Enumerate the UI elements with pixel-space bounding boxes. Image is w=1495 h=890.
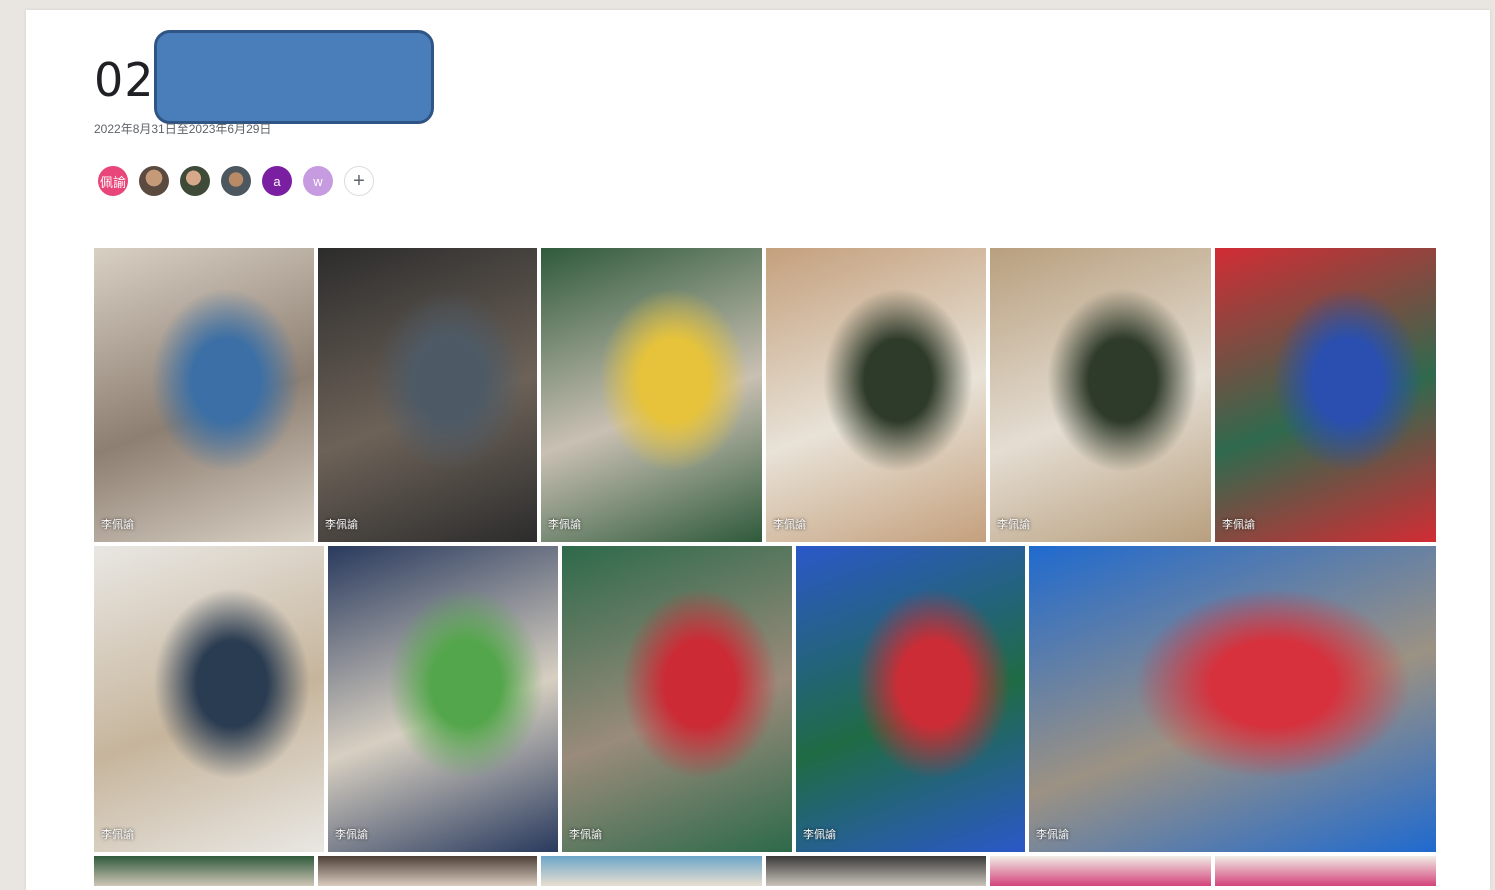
member-avatar[interactable] xyxy=(139,166,169,196)
photo-owner: 李佩諭 xyxy=(548,519,581,531)
photo-tile[interactable]: 李佩諭 xyxy=(1215,248,1436,542)
plus-icon: + xyxy=(353,169,365,192)
photo-owner: 李佩諭 xyxy=(101,829,134,841)
album-date-range: 2022年8月31日至2023年6月29日 xyxy=(94,122,272,136)
photo-owner: 李佩諭 xyxy=(335,829,368,841)
photo-owner: 李佩諭 xyxy=(1036,829,1069,841)
photo-tile[interactable] xyxy=(541,856,762,886)
album-title[interactable]: 02 xyxy=(94,52,155,108)
photo-tile[interactable]: 李佩諭 xyxy=(990,248,1211,542)
photo-owner: 李佩諭 xyxy=(1222,519,1255,531)
member-initials: a xyxy=(273,173,281,189)
photo-tile[interactable]: 李佩諭 xyxy=(94,248,314,542)
photo-owner: 李佩諭 xyxy=(997,519,1030,531)
photo-tile[interactable] xyxy=(1215,856,1436,886)
photo-tile[interactable] xyxy=(766,856,986,886)
member-avatar[interactable]: a xyxy=(262,166,292,196)
photo-owner: 李佩諭 xyxy=(569,829,602,841)
member-avatar[interactable] xyxy=(180,166,210,196)
photo-tile[interactable]: 李佩諭 xyxy=(318,248,537,542)
photo-tile[interactable] xyxy=(318,856,537,886)
photo-tile[interactable]: 李佩諭 xyxy=(94,546,324,852)
member-avatar[interactable]: w xyxy=(303,166,333,196)
photo-owner: 李佩諭 xyxy=(325,519,358,531)
member-initials: 佩諭 xyxy=(99,174,126,190)
photo-tile[interactable]: 李佩諭 xyxy=(541,248,762,542)
photo-owner: 李佩諭 xyxy=(803,829,836,841)
member-avatar[interactable]: 佩諭 xyxy=(98,166,128,196)
photo-tile[interactable]: 李佩諭 xyxy=(328,546,558,852)
photo-tile[interactable] xyxy=(990,856,1211,886)
photo-tile[interactable]: 李佩諭 xyxy=(766,248,986,542)
photo-tile[interactable]: 李佩諭 xyxy=(796,546,1025,852)
photo-tile[interactable] xyxy=(94,856,314,886)
add-member-button[interactable]: + xyxy=(344,166,374,196)
shared-members: 佩諭 a w + xyxy=(98,166,374,196)
photo-owner: 李佩諭 xyxy=(773,519,806,531)
photo-tile[interactable]: 李佩諭 xyxy=(562,546,792,852)
member-initials: w xyxy=(313,173,323,189)
photo-tile[interactable]: 李佩諭 xyxy=(1029,546,1436,852)
photo-owner: 李佩諭 xyxy=(101,519,134,531)
redaction-box xyxy=(154,30,434,124)
member-avatar[interactable] xyxy=(221,166,251,196)
